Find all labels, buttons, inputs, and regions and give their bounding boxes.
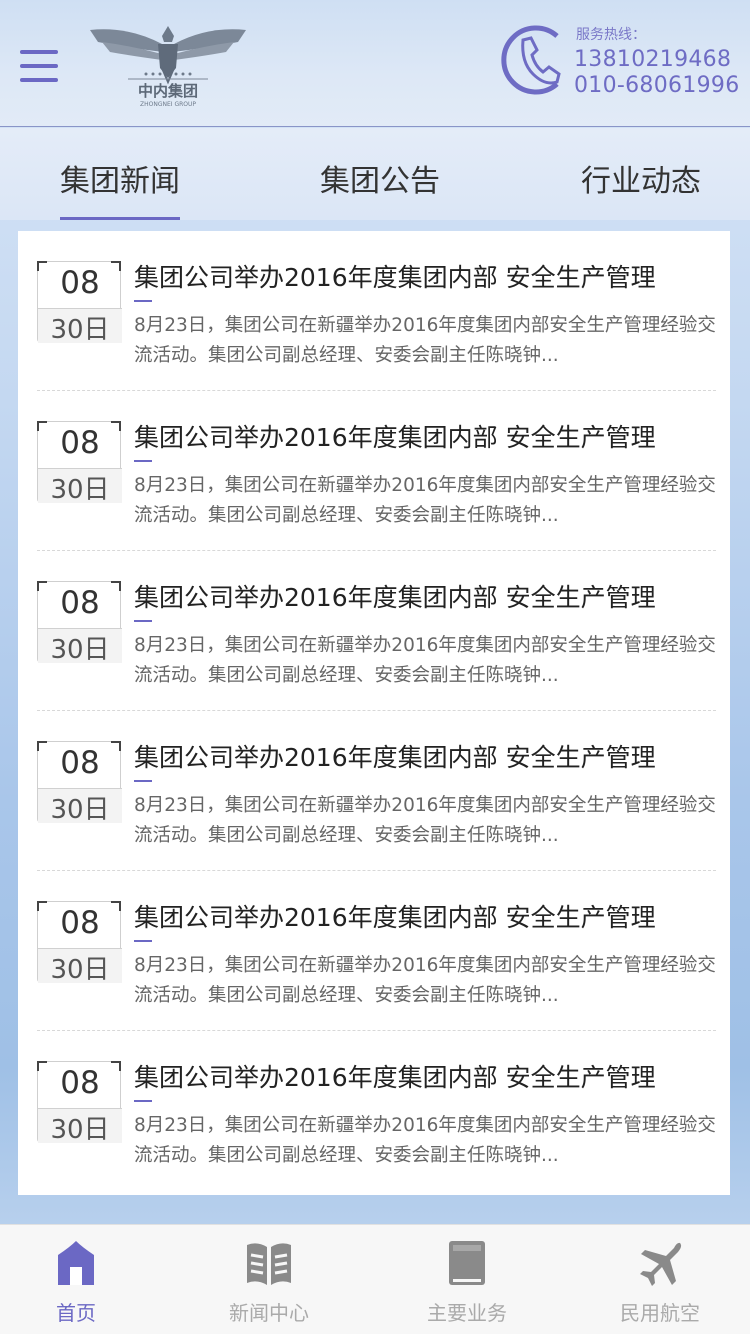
title-accent-line — [134, 1100, 152, 1102]
news-tabs: 集团新闻 集团公告 行业动态 — [0, 128, 750, 220]
home-icon — [58, 1241, 94, 1285]
news-summary: 8月23日，集团公司在新疆举办2016年度集团内部安全生产管理经验交流活动。集团… — [134, 955, 716, 1006]
news-title[interactable]: 集团公司举办2016年度集团内部 安全生产管理 — [134, 418, 656, 454]
news-item[interactable]: 08 30日 集团公司举办2016年度集团内部 安全生产管理 8月23日，集团公… — [37, 711, 716, 871]
news-title[interactable]: 集团公司举办2016年度集团内部 安全生产管理 — [134, 578, 656, 614]
nav-label: 主要业务 — [427, 1301, 507, 1325]
phone-icon[interactable] — [497, 22, 571, 98]
book-icon — [247, 1243, 291, 1285]
news-item[interactable]: 08 30日 集团公司举办2016年度集团内部 安全生产管理 8月23日，集团公… — [37, 871, 716, 1031]
airplane-icon — [640, 1242, 682, 1286]
folder-icon — [449, 1241, 485, 1285]
hotline-label: 服务热线： — [576, 27, 646, 43]
date-month: 08 — [60, 585, 100, 621]
title-accent-line — [134, 940, 152, 942]
date-day: 30日 — [38, 309, 122, 345]
title-accent-line — [134, 300, 152, 302]
news-title[interactable]: 集团公司举办2016年度集团内部 安全生产管理 — [134, 1058, 656, 1094]
date-badge: 08 30日 — [37, 741, 122, 825]
date-badge: 08 30日 — [37, 1061, 122, 1145]
tab-industry-trends[interactable]: 行业动态 — [581, 156, 701, 200]
date-badge: 08 30日 — [37, 261, 122, 345]
bottom-nav: 首页 新闻中心 主要业务 民用航空 — [0, 1224, 750, 1334]
date-badge: 08 30日 — [37, 901, 122, 985]
news-summary: 8月23日，集团公司在新疆举办2016年度集团内部安全生产管理经验交流活动。集团… — [134, 475, 716, 526]
date-day: 30日 — [38, 629, 122, 665]
logo-text: 中内集团 — [138, 82, 198, 100]
date-month: 08 — [60, 905, 100, 941]
date-badge: 08 30日 — [37, 421, 122, 505]
menu-icon[interactable] — [20, 50, 58, 84]
app-header: 中内集团 ZHONGNEI GROUP 服务热线： 13810219468 01… — [0, 0, 750, 127]
nav-label: 新闻中心 — [229, 1301, 309, 1325]
date-month: 08 — [60, 1065, 100, 1101]
company-logo: 中内集团 ZHONGNEI GROUP — [90, 26, 246, 108]
news-title[interactable]: 集团公司举办2016年度集团内部 安全生产管理 — [134, 258, 656, 294]
nav-label: 民用航空 — [620, 1301, 700, 1325]
date-month: 08 — [60, 425, 100, 461]
tab-group-announcements[interactable]: 集团公告 — [320, 156, 440, 200]
news-summary: 8月23日，集团公司在新疆举办2016年度集团内部安全生产管理经验交流活动。集团… — [134, 315, 716, 366]
nav-news-center[interactable]: 新闻中心 — [194, 1225, 344, 1334]
tab-group-news[interactable]: 集团新闻 — [60, 156, 180, 200]
hotline-number-landline[interactable]: 010-68061996 — [574, 73, 740, 98]
hotline-number-mobile[interactable]: 13810219468 — [574, 47, 731, 72]
date-day: 30日 — [38, 1109, 122, 1145]
news-list: 08 30日 集团公司举办2016年度集团内部 安全生产管理 8月23日，集团公… — [18, 231, 730, 1195]
date-day: 30日 — [38, 949, 122, 985]
date-day: 30日 — [38, 789, 122, 825]
date-badge: 08 30日 — [37, 581, 122, 665]
title-accent-line — [134, 460, 152, 462]
news-item[interactable]: 08 30日 集团公司举办2016年度集团内部 安全生产管理 8月23日，集团公… — [37, 231, 716, 391]
date-day: 30日 — [38, 469, 122, 505]
news-item[interactable]: 08 30日 集团公司举办2016年度集团内部 安全生产管理 8月23日，集团公… — [37, 1031, 716, 1191]
news-summary: 8月23日，集团公司在新疆举办2016年度集团内部安全生产管理经验交流活动。集团… — [134, 1115, 716, 1166]
nav-home[interactable]: 首页 — [1, 1225, 151, 1334]
news-item[interactable]: 08 30日 集团公司举办2016年度集团内部 安全生产管理 8月23日，集团公… — [37, 551, 716, 711]
date-month: 08 — [60, 745, 100, 781]
nav-label: 首页 — [56, 1301, 96, 1325]
news-summary: 8月23日，集团公司在新疆举办2016年度集团内部安全生产管理经验交流活动。集团… — [134, 795, 716, 846]
nav-civil-aviation[interactable]: 民用航空 — [585, 1225, 735, 1334]
date-month: 08 — [60, 265, 100, 301]
title-accent-line — [134, 620, 152, 622]
news-summary: 8月23日，集团公司在新疆举办2016年度集团内部安全生产管理经验交流活动。集团… — [134, 635, 716, 686]
active-tab-indicator — [60, 217, 180, 220]
news-title[interactable]: 集团公司举办2016年度集团内部 安全生产管理 — [134, 898, 656, 934]
title-accent-line — [134, 780, 152, 782]
news-title[interactable]: 集团公司举办2016年度集团内部 安全生产管理 — [134, 738, 656, 774]
nav-main-business[interactable]: 主要业务 — [392, 1225, 542, 1334]
logo-subtext: ZHONGNEI GROUP — [140, 101, 196, 108]
news-item[interactable]: 08 30日 集团公司举办2016年度集团内部 安全生产管理 8月23日，集团公… — [37, 391, 716, 551]
